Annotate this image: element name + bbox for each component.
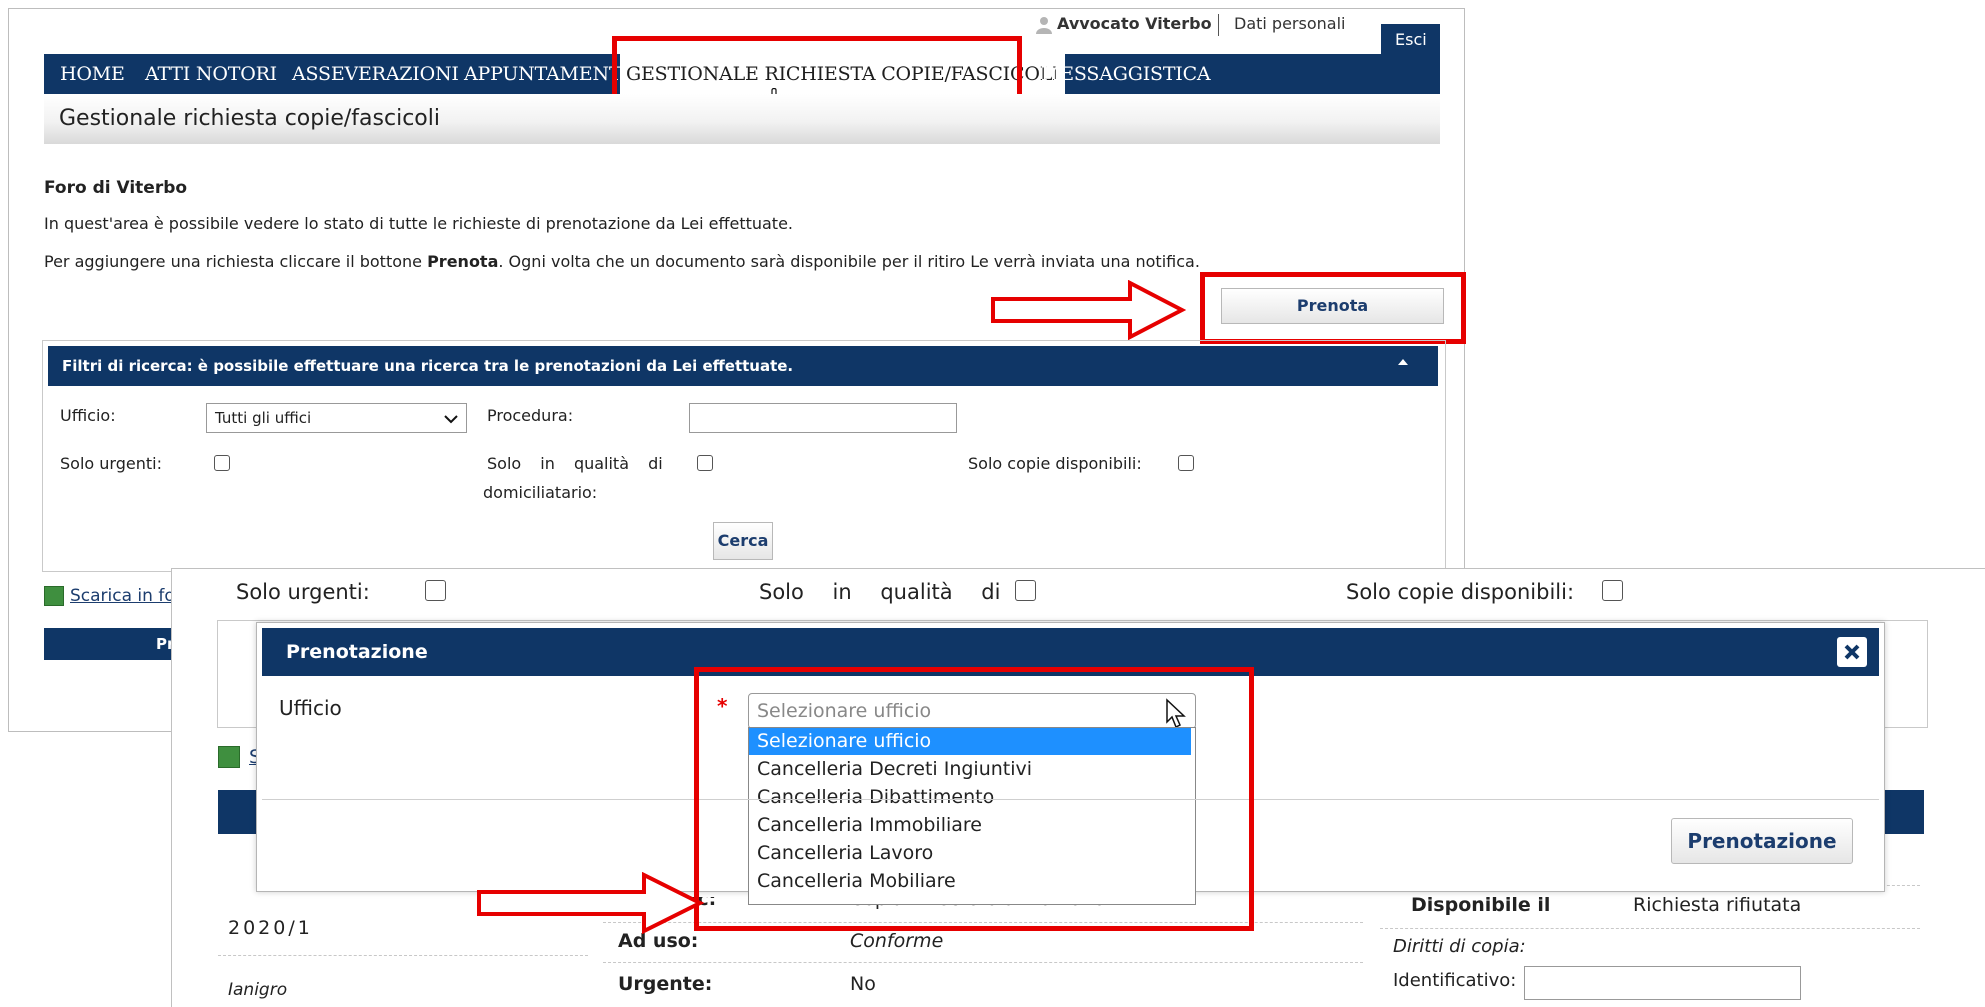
zoom-copie-disponibili-label: Solo copie disponibili: <box>1346 580 1575 604</box>
zoom-solo-urgenti-checkbox[interactable] <box>425 580 446 601</box>
nav-asseverazioni[interactable]: ASSEVERAZIONI <box>292 54 459 94</box>
description-2-pre: Per aggiungere una richiesta cliccare il… <box>44 252 428 271</box>
urgente-label: Urgente: <box>618 973 713 995</box>
domiciliatario-label-line2: domiciliatario: <box>483 483 598 502</box>
filters-header[interactable]: Filtri di ricerca: è possibile effettuar… <box>48 346 1438 386</box>
ufficio-select[interactable]: Tutti gli uffici <box>206 403 467 433</box>
description-2: Per aggiungere una richiesta cliccare il… <box>44 252 1200 271</box>
zoom-copie-disponibili-checkbox[interactable] <box>1602 580 1623 601</box>
highlight-prenota <box>1200 272 1466 344</box>
copie-disponibili-checkbox[interactable] <box>1178 455 1194 471</box>
highlight-dropdown <box>694 667 1254 931</box>
download-link[interactable]: Scarica in fo <box>70 586 175 606</box>
description-1: In quest'area è possibile vedere lo stat… <box>44 214 794 233</box>
ad-uso-value: Conforme <box>850 930 944 952</box>
record-name: Ianigro <box>228 980 288 1000</box>
urgente-value: No <box>850 973 876 995</box>
chevron-down-icon <box>444 410 458 429</box>
procedura-input[interactable] <box>689 403 957 433</box>
zoom-domiciliatario-checkbox[interactable] <box>1015 580 1036 601</box>
page-header: Gestionale richiesta copie/fascicoli <box>44 94 1440 144</box>
header-divider <box>1218 14 1219 36</box>
prenotazione-submit-label: Prenotazione <box>1687 829 1837 853</box>
personal-data-link[interactable]: Dati personali <box>1234 14 1345 33</box>
user-label: Avvocato Viterbo <box>1057 14 1212 33</box>
copie-disponibili-label: Solo copie disponibili: <box>968 454 1142 473</box>
nav-messaggistica[interactable]: MESSAGGISTICA <box>1041 54 1211 94</box>
user-icon <box>1036 16 1052 34</box>
record-number: 2020/1 <box>228 917 313 939</box>
filters-header-text: Filtri di ricerca: è possibile effettuar… <box>62 357 794 375</box>
solo-urgenti-checkbox[interactable] <box>214 455 230 471</box>
modal-ufficio-label: Ufficio <box>279 696 342 720</box>
record-divider-5 <box>1380 928 1920 929</box>
prenotazione-submit-button[interactable]: Prenotazione <box>1671 818 1853 864</box>
cerca-label: Cerca <box>717 531 769 550</box>
logout-label: Esci <box>1395 30 1427 49</box>
diritti-label: Diritti di copia: <box>1393 936 1526 957</box>
nav-atti-notori[interactable]: ATTI NOTORI <box>145 54 277 94</box>
solo-urgenti-label: Solo urgenti: <box>60 454 162 473</box>
close-icon[interactable] <box>1837 637 1867 667</box>
identificativo-input[interactable] <box>1524 966 1801 1000</box>
ufficio-label: Ufficio: <box>60 406 116 425</box>
description-2-bold: Prenota <box>427 252 499 271</box>
cerca-button[interactable]: Cerca <box>713 522 773 560</box>
disponibile-label: Disponibile il <box>1411 894 1551 916</box>
zoom-domiciliatario-label: Solo in qualità di <box>759 580 1001 604</box>
modal-title: Prenotazione <box>286 641 428 663</box>
arrow-right-icon-2 <box>477 872 705 934</box>
description-2-post: . Ogni volta che un documento sarà dispo… <box>498 252 1200 271</box>
record-divider-1 <box>218 955 588 956</box>
domiciliatario-checkbox[interactable] <box>697 455 713 471</box>
nav-home[interactable]: HOME <box>60 54 125 94</box>
logout-button[interactable]: Esci <box>1381 24 1440 54</box>
collapse-icon[interactable] <box>1398 359 1408 365</box>
disponibile-value: Richiesta rifiutata <box>1633 894 1802 916</box>
ufficio-select-value: Tutti gli uffici <box>215 409 312 427</box>
nav-appuntamenti[interactable]: APPUNTAMENTI <box>464 54 629 94</box>
identificativo-label: Identificativo: <box>1393 970 1517 991</box>
zoom-solo-urgenti-label: Solo urgenti: <box>236 580 370 604</box>
foro-title: Foro di Viterbo <box>44 178 188 198</box>
record-divider-3 <box>603 962 1363 963</box>
zoom-excel-icon <box>218 746 240 768</box>
procedura-label: Procedura: <box>487 406 574 425</box>
arrow-right-icon <box>991 280 1186 340</box>
excel-icon <box>44 586 64 606</box>
domiciliatario-label-line1: Solo in qualità di <box>487 454 663 473</box>
page-title: Gestionale richiesta copie/fascicoli <box>59 106 440 131</box>
